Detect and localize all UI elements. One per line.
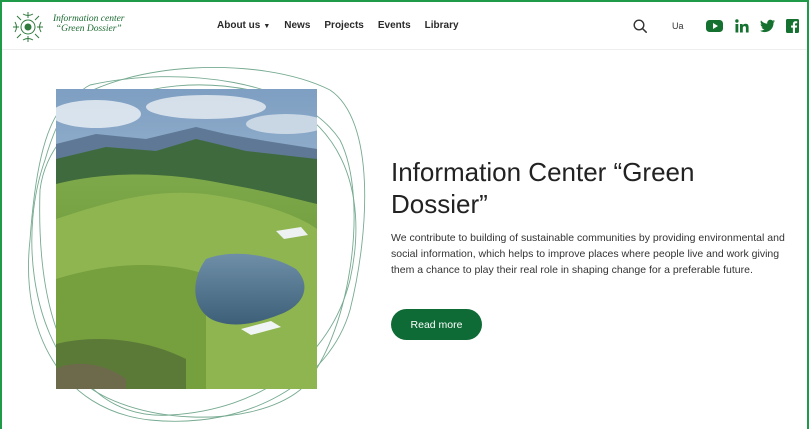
brand-line-1: Information center [53, 14, 125, 24]
brand-name[interactable]: Information center “Green Dossier” [53, 14, 125, 34]
linkedin-icon[interactable] [735, 19, 749, 33]
hero-description: We contribute to building of sustainable… [391, 231, 785, 276]
language-switch[interactable]: Ua [672, 21, 684, 31]
nav-projects[interactable]: Projects [324, 20, 363, 31]
search-icon[interactable] [633, 19, 647, 33]
nav-events[interactable]: Events [378, 20, 411, 31]
brand-line-2: “Green Dossier” [55, 24, 122, 34]
nav-about-us[interactable]: About us ▼ [217, 20, 270, 31]
nav-library[interactable]: Library [425, 20, 459, 31]
twitter-icon[interactable] [760, 19, 775, 33]
read-more-button[interactable]: Read more [391, 309, 482, 340]
nav-about-us-label: About us [217, 20, 261, 31]
site-header: Information center “Green Dossier” About… [2, 2, 807, 50]
landscape-image [56, 89, 317, 389]
logo-icon[interactable] [11, 10, 45, 44]
caret-down-icon: ▼ [263, 23, 271, 30]
hero-title: Information Center “Green Dossier” [391, 157, 695, 220]
youtube-icon[interactable] [706, 19, 723, 33]
main-nav: About us ▼ News Projects Events Library [217, 20, 473, 31]
nav-news[interactable]: News [284, 20, 310, 31]
facebook-icon[interactable] [786, 19, 799, 33]
